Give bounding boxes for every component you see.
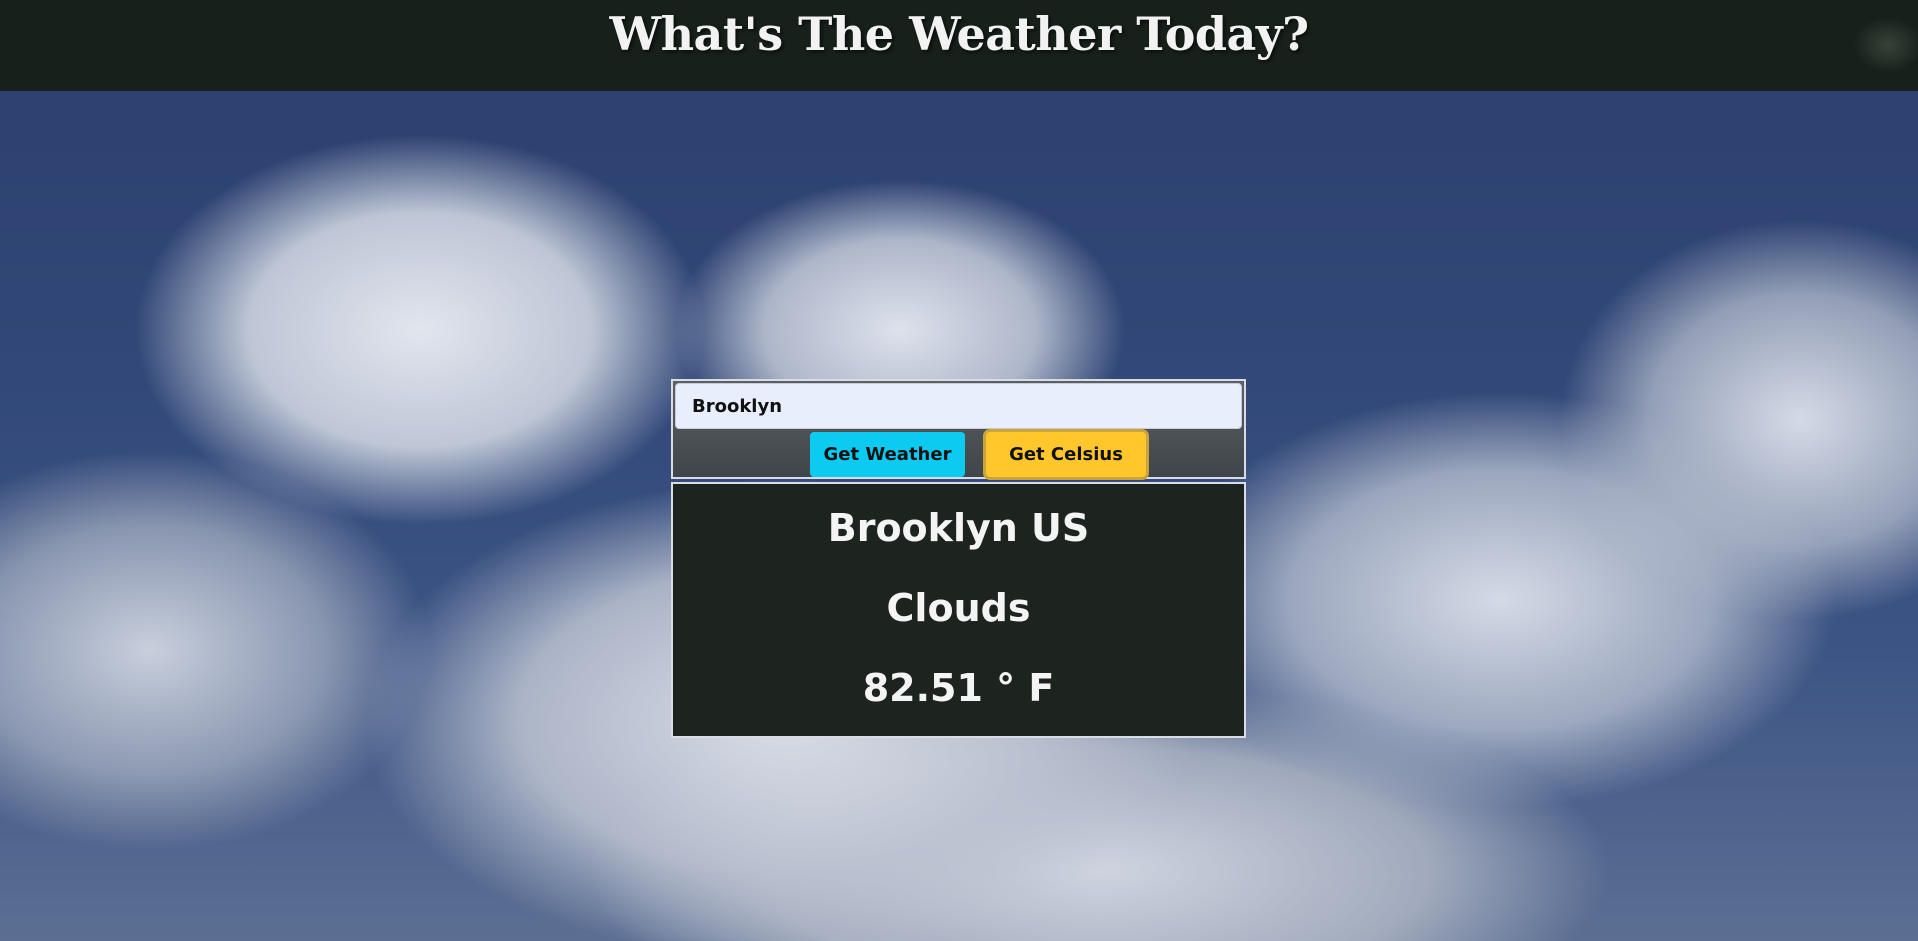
weather-result-card: Brooklyn US Clouds 82.51 ° F <box>671 482 1246 738</box>
get-weather-button[interactable]: Get Weather <box>810 432 965 477</box>
page-title: What's The Weather Today? <box>609 7 1309 61</box>
header-decoration <box>1808 0 1918 91</box>
city-search-input[interactable] <box>675 383 1242 429</box>
result-location: Brooklyn US <box>827 506 1090 550</box>
result-temperature: 82.51 ° F <box>862 666 1055 710</box>
get-celsius-button[interactable]: Get Celsius <box>986 432 1146 477</box>
page-header: What's The Weather Today? <box>0 0 1918 91</box>
search-panel: Get Weather Get Celsius <box>671 379 1246 479</box>
result-condition: Clouds <box>886 586 1031 630</box>
